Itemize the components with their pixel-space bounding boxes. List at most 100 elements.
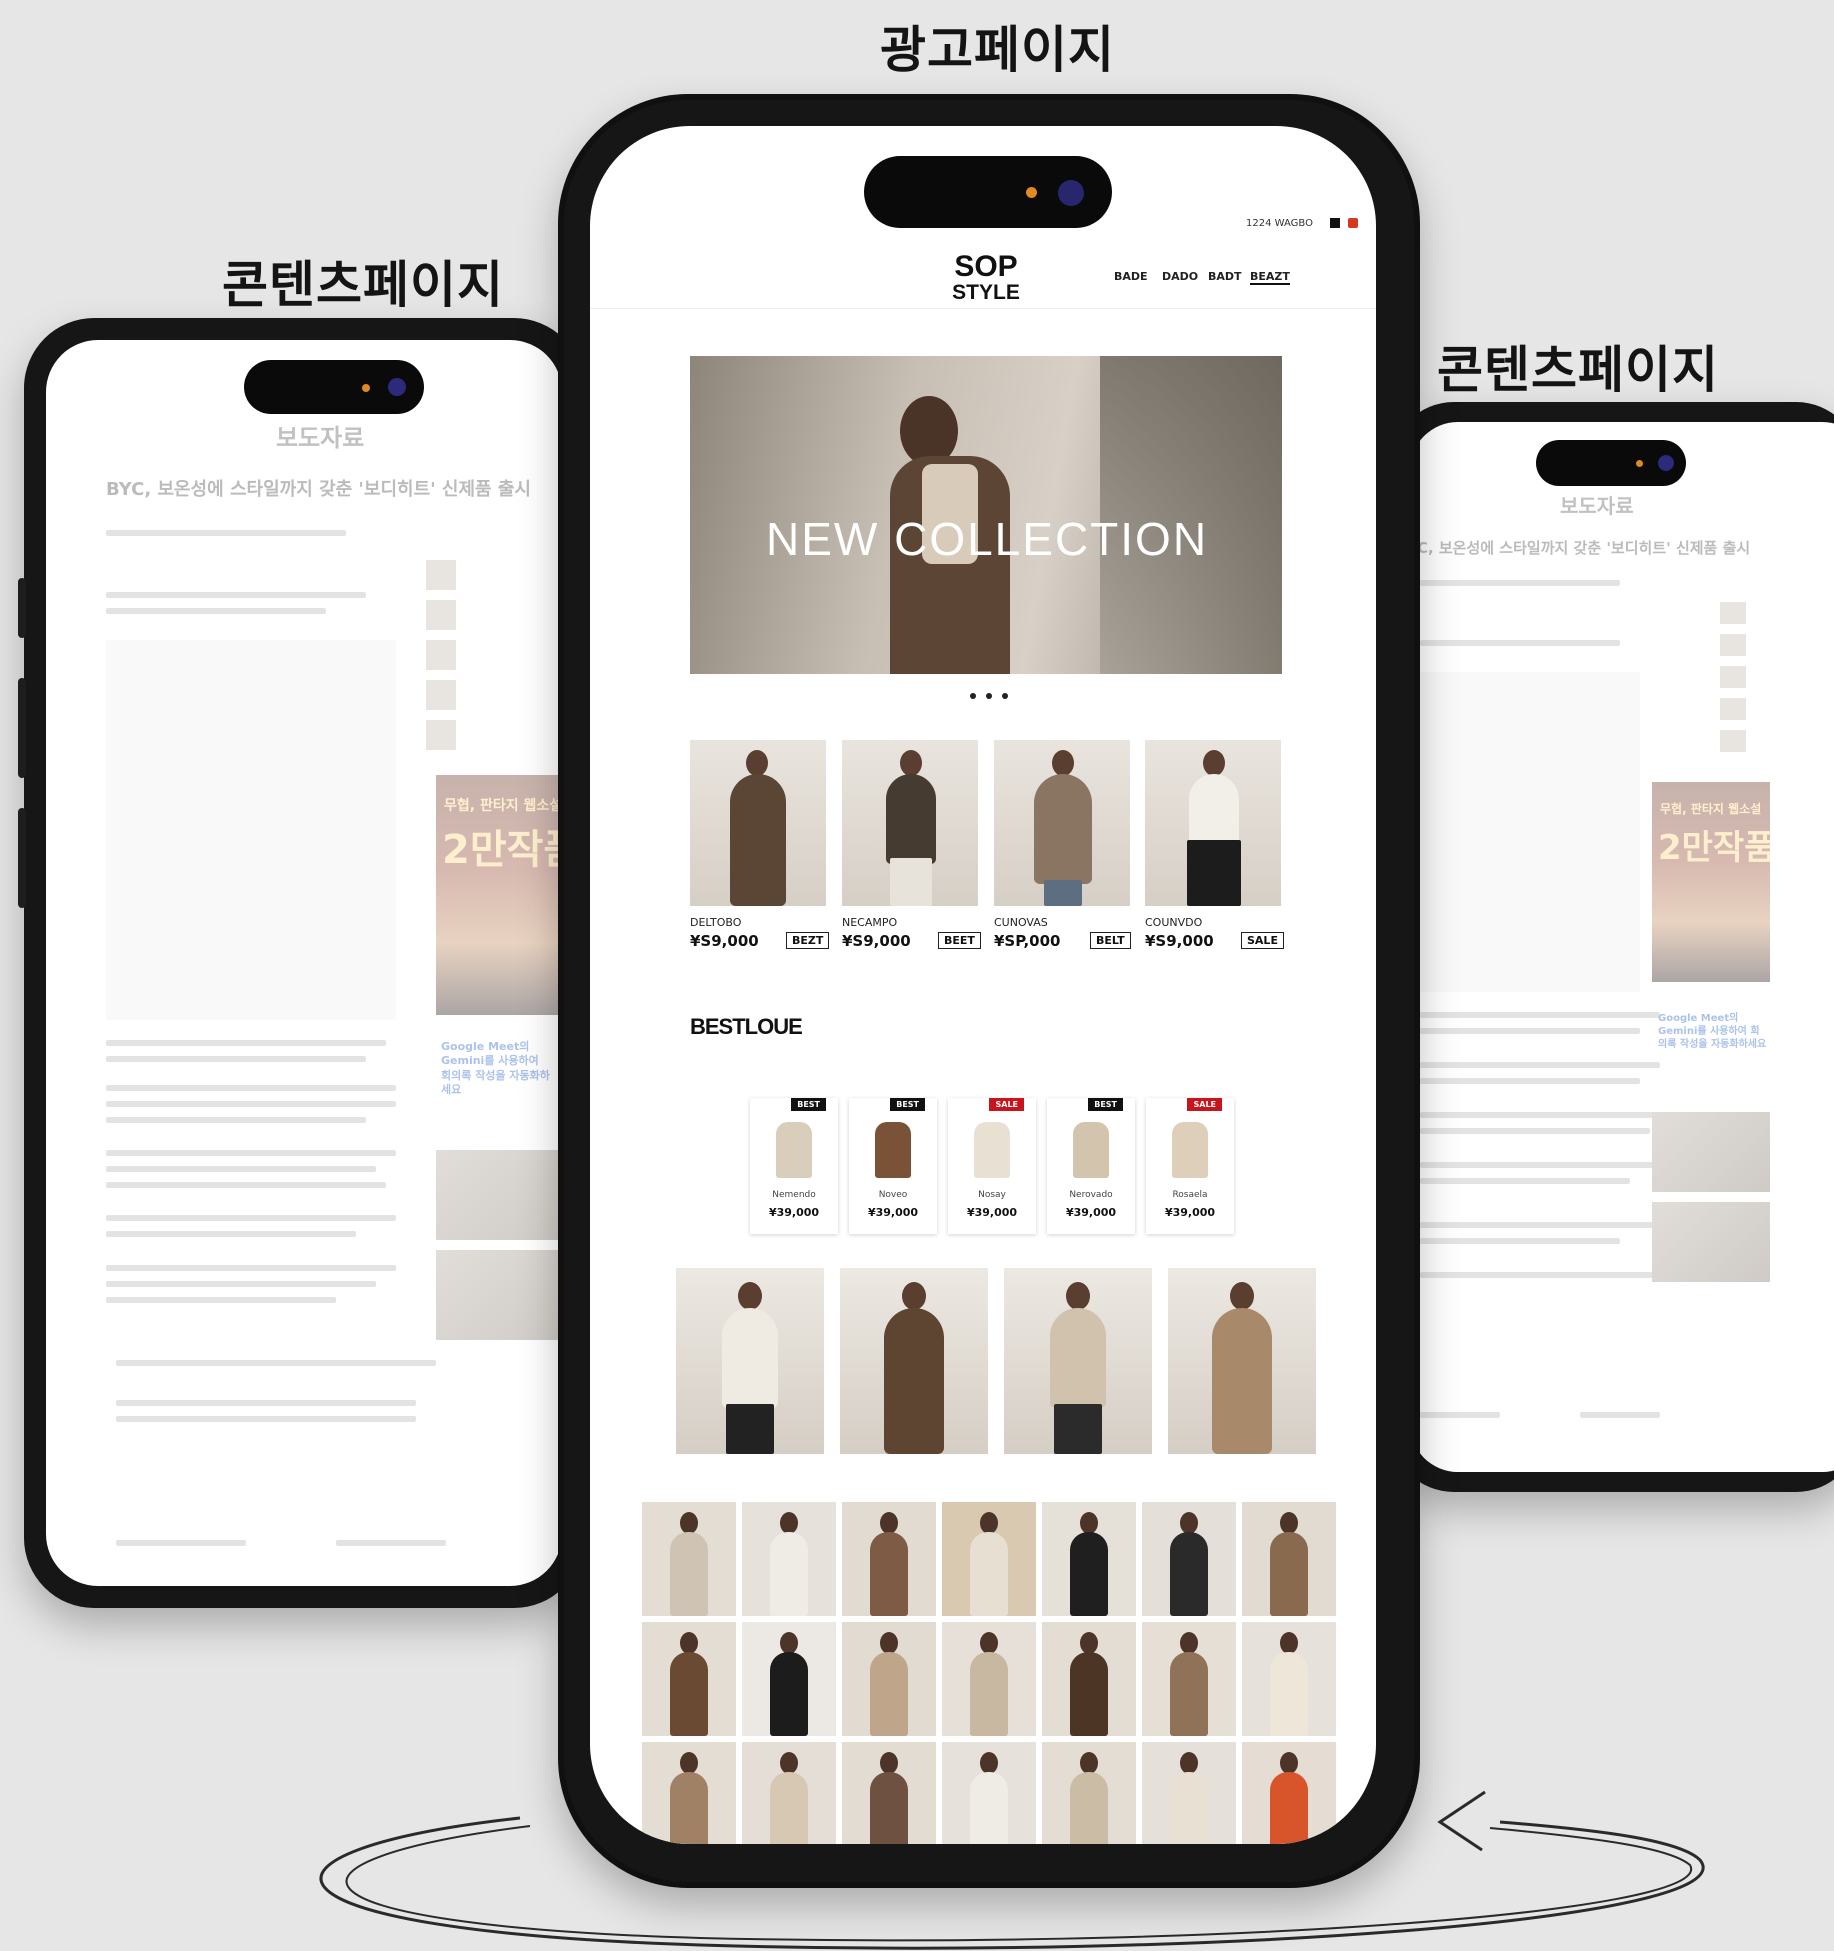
side-photo[interactable] — [436, 1250, 562, 1340]
article-title[interactable]: BYC, 보온성에 스타일까지 갖춘 '보디히트' 신제품 출시 — [1410, 537, 1750, 558]
side-photo[interactable] — [1652, 1112, 1770, 1192]
product-name-4[interactable]: COUNVDO — [1145, 916, 1202, 929]
left-screen: 보도자료 BYC, 보온성에 스타일까지 갖춘 '보디히트' 신제품 출시 무협… — [46, 340, 562, 1586]
best-item-card-4[interactable]: BEST Nerovado ¥39,000 — [1047, 1098, 1135, 1234]
side-photo[interactable] — [1652, 1202, 1770, 1282]
grid-photo[interactable] — [1042, 1622, 1136, 1736]
logo-line-1: SOP — [954, 250, 1018, 283]
carousel-dot-1[interactable] — [970, 693, 976, 699]
product-name-2[interactable]: NECAMPO — [842, 916, 897, 929]
grid-photo[interactable] — [942, 1742, 1036, 1844]
best-item-card-2[interactable]: BEST Noveo ¥39,000 — [849, 1098, 937, 1234]
text-line — [116, 1400, 416, 1406]
text-line — [106, 1056, 366, 1062]
store-logo[interactable]: SOP STYLE — [946, 250, 1026, 304]
text-line — [106, 1281, 376, 1287]
grid-photo[interactable] — [1042, 1742, 1136, 1844]
product-image-4[interactable] — [1145, 740, 1281, 906]
grid-photo[interactable] — [1042, 1502, 1136, 1616]
grid-photo[interactable] — [942, 1502, 1036, 1616]
grid-photo[interactable] — [1142, 1622, 1236, 1736]
news-thumbnail[interactable] — [1720, 698, 1746, 720]
text-line — [1420, 1272, 1660, 1278]
grid-photo[interactable] — [842, 1502, 936, 1616]
best-item-card-5[interactable]: SALE Rosaela ¥39,000 — [1146, 1098, 1234, 1234]
news-thumbnail[interactable] — [426, 560, 456, 590]
news-thumbnail[interactable] — [1720, 634, 1746, 656]
grid-photo-body — [770, 1772, 808, 1844]
grid-photo-head — [680, 1752, 698, 1774]
product-name-1[interactable]: DELTOBO — [690, 916, 741, 929]
grid-photo[interactable] — [642, 1502, 736, 1616]
google-ad-text[interactable]: Google Meet의 Gemini를 사용하여 회의록 작성을 자동화하세요 — [441, 1040, 551, 1097]
news-thumbnail[interactable] — [1720, 602, 1746, 624]
grid-photo[interactable] — [842, 1622, 936, 1736]
grid-photo[interactable] — [1142, 1502, 1236, 1616]
grid-photo-body — [1270, 1532, 1308, 1616]
grid-photo-head — [1080, 1632, 1098, 1654]
grid-photo[interactable] — [742, 1502, 836, 1616]
grid-photo[interactable] — [742, 1742, 836, 1844]
grid-photo[interactable] — [742, 1622, 836, 1736]
news-thumbnail[interactable] — [426, 680, 456, 710]
grid-photo[interactable] — [1242, 1742, 1336, 1844]
lookbook-photo-1[interactable] — [676, 1268, 824, 1454]
best-item-card-3[interactable]: SALE Nosay ¥39,000 — [948, 1098, 1036, 1234]
lookbook-photo-3[interactable] — [1004, 1268, 1152, 1454]
grid-photo[interactable] — [1142, 1742, 1236, 1844]
hero-banner[interactable]: NEW COLLECTION — [690, 356, 1282, 674]
right-phone: 보도자료 BYC, 보온성에 스타일까지 갖춘 '보디히트' 신제품 출시 무협… — [1390, 402, 1834, 1492]
best-item-name: Noveo — [878, 1190, 908, 1200]
grid-photo[interactable] — [1242, 1622, 1336, 1736]
best-item-card-1[interactable]: BEST Nemendo ¥39,000 — [750, 1098, 838, 1234]
product-image-2[interactable] — [842, 740, 978, 906]
grid-photo[interactable] — [642, 1622, 736, 1736]
product-image-3[interactable] — [994, 740, 1130, 906]
product-image-1[interactable] — [690, 740, 826, 906]
cart-icon[interactable] — [1348, 218, 1358, 228]
grid-photo-head — [1180, 1632, 1198, 1654]
best-badge: BEST — [1088, 1098, 1123, 1111]
news-thumbnail[interactable] — [426, 600, 456, 630]
top-utility-links[interactable]: 1224 WAGBO — [1246, 218, 1313, 229]
carousel-dot-2[interactable] — [986, 693, 992, 699]
product-tag-2: BEET — [938, 932, 981, 949]
grid-photo[interactable] — [842, 1742, 936, 1844]
best-item-name: Rosaela — [1172, 1190, 1208, 1200]
camera-icon — [388, 378, 406, 396]
lookbook-photo-4[interactable] — [1168, 1268, 1316, 1454]
product-price-1: ¥S9,000 — [690, 932, 759, 950]
grid-photo-head — [1180, 1512, 1198, 1534]
center-screen: 1224 WAGBO SOP STYLE BADE DADO BADT BEAZ… — [590, 126, 1376, 1844]
lookbook-photo-2[interactable] — [840, 1268, 988, 1454]
news-thumbnail[interactable] — [426, 720, 456, 750]
grid-photo-body — [970, 1772, 1008, 1844]
carousel-dot-3[interactable] — [1002, 693, 1008, 699]
account-icon[interactable] — [1330, 218, 1340, 228]
text-line — [1420, 580, 1620, 586]
product-tag-3: BELT — [1090, 932, 1131, 949]
webnovel-ad[interactable]: 무협, 판타지 웹소설 2만작품 — [436, 775, 562, 1015]
grid-photo-body — [1070, 1532, 1108, 1616]
side-button — [18, 678, 26, 778]
grid-photo-body — [970, 1532, 1008, 1616]
webnovel-ad[interactable]: 무협, 판타지 웹소설 2만작품 — [1652, 782, 1770, 982]
article-title[interactable]: BYC, 보온성에 스타일까지 갖춘 '보디히트' 신제품 출시 — [106, 475, 531, 501]
grid-photo[interactable] — [642, 1742, 736, 1844]
nav-item-2[interactable]: DADO — [1162, 270, 1198, 283]
best-item-price: ¥39,000 — [966, 1206, 1018, 1219]
google-ad-text[interactable]: Google Meet의 Gemini를 사용하여 회의록 작성을 자동화하세요 — [1658, 1012, 1768, 1051]
nav-item-1[interactable]: BADE — [1114, 270, 1148, 283]
grid-photo[interactable] — [1242, 1502, 1336, 1616]
right-screen: 보도자료 BYC, 보온성에 스타일까지 갖춘 '보디히트' 신제품 출시 무협… — [1410, 422, 1834, 1472]
nav-item-4[interactable]: BEAZT — [1250, 270, 1290, 285]
best-item-name: Nemendo — [772, 1190, 816, 1200]
nav-item-3[interactable]: BADT — [1208, 270, 1242, 283]
news-thumbnail[interactable] — [1720, 730, 1746, 752]
news-thumbnail[interactable] — [426, 640, 456, 670]
grid-photo[interactable] — [942, 1622, 1036, 1736]
product-name-3[interactable]: CUNOVAS — [994, 916, 1048, 929]
news-thumbnail[interactable] — [1720, 666, 1746, 688]
best-item-price: ¥39,000 — [1164, 1206, 1216, 1219]
side-photo[interactable] — [436, 1150, 562, 1240]
